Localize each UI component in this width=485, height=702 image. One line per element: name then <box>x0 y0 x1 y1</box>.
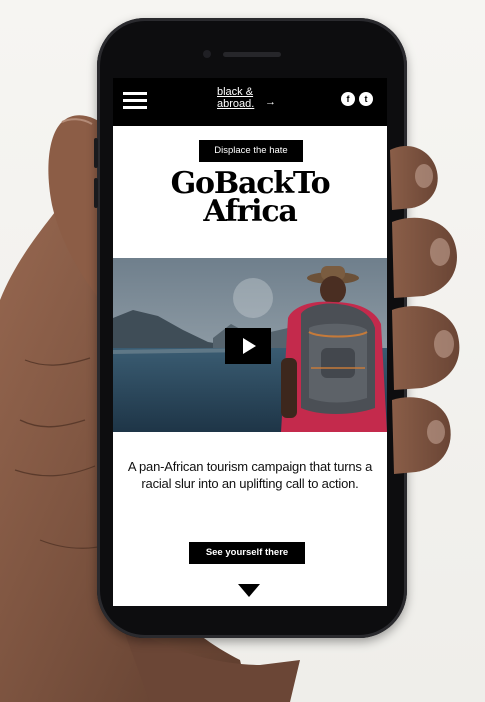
volume-button <box>94 138 98 168</box>
logo-line-2: abroad. <box>217 98 255 110</box>
top-navigation-bar: black & abroad. → f t <box>113 78 387 126</box>
hero-video-thumbnail[interactable] <box>113 258 387 432</box>
photo-scene: black & abroad. → f t Displace the hate … <box>0 0 485 702</box>
see-yourself-there-button[interactable]: See yourself there <box>189 542 305 564</box>
campaign-description: A pan-African tourism campaign that turn… <box>127 459 373 491</box>
smartphone: black & abroad. → f t Displace the hate … <box>94 18 407 638</box>
facebook-icon[interactable]: f <box>341 92 355 106</box>
airplane-icon: → <box>265 96 276 108</box>
hamburger-icon[interactable] <box>123 92 147 110</box>
down-arrow-icon[interactable] <box>238 584 260 597</box>
volume-button <box>94 178 98 208</box>
play-button[interactable] <box>225 328 271 364</box>
brand-logo[interactable]: black & abroad. → <box>217 86 287 118</box>
logo-line-1: black & <box>217 86 254 98</box>
hero-tag-label: Displace the hate <box>199 140 303 162</box>
earpiece-speaker <box>223 52 281 57</box>
twitter-icon[interactable]: t <box>359 92 373 106</box>
front-camera <box>203 50 211 58</box>
phone-screen: black & abroad. → f t Displace the hate … <box>113 78 387 606</box>
title-line-2: Africa <box>203 194 298 229</box>
page-title: GoBackTo Africa <box>113 169 387 229</box>
